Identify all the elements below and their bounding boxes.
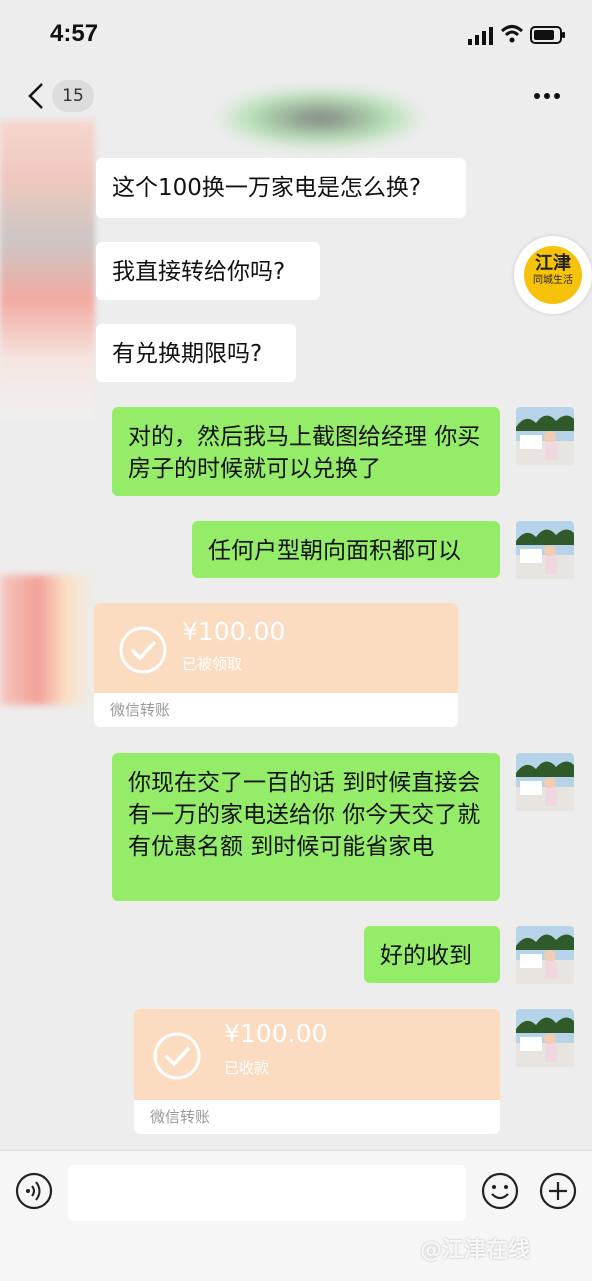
voice-input-icon[interactable] bbox=[14, 1171, 54, 1211]
transfer-label: 微信转账 bbox=[94, 693, 458, 727]
wifi-icon bbox=[500, 25, 524, 43]
transfer-status: 已收款 bbox=[224, 1059, 270, 1077]
wechat-transfer-sent[interactable]: ¥100.00 已收款 微信转账 bbox=[134, 1009, 500, 1134]
contact-avatar-mosaic bbox=[0, 120, 95, 420]
more-options-icon[interactable] bbox=[530, 84, 564, 108]
transfer-label: 微信转账 bbox=[134, 1100, 500, 1134]
received-message: 我直接转给你吗? bbox=[96, 242, 320, 300]
avatar-photo-icon bbox=[516, 926, 574, 984]
my-avatar[interactable] bbox=[516, 753, 574, 811]
emoji-icon[interactable] bbox=[480, 1171, 520, 1211]
battery-icon bbox=[530, 26, 565, 44]
check-circle-icon bbox=[119, 626, 167, 674]
my-avatar[interactable] bbox=[516, 926, 574, 984]
my-avatar[interactable] bbox=[516, 407, 574, 465]
message-text: 任何户型朝向面积都可以 bbox=[208, 538, 461, 564]
my-avatar[interactable] bbox=[516, 521, 574, 579]
status-time: 4:57 bbox=[50, 20, 99, 47]
message-text: 这个100换一万家电是怎么换? bbox=[112, 175, 422, 201]
sent-message: 对的，然后我马上截图给经理 你买房子的时候就可以兑换了 bbox=[112, 407, 500, 496]
my-avatar[interactable] bbox=[516, 1009, 574, 1067]
sent-message: 好的收到 bbox=[364, 926, 500, 983]
plus-icon[interactable] bbox=[538, 1171, 578, 1211]
watermark: @江津在线 bbox=[420, 1238, 531, 1263]
back-arrow-icon[interactable] bbox=[26, 82, 48, 110]
jiangjin-logo: 江津 同城生活 bbox=[524, 246, 582, 304]
avatar-photo-icon bbox=[516, 1009, 574, 1067]
status-bar: 4:57 bbox=[0, 0, 592, 70]
message-text: 对的，然后我马上截图给经理 你买房子的时候就可以兑换了 bbox=[128, 424, 481, 482]
chat-title-redacted bbox=[220, 88, 420, 148]
avatar-photo-icon bbox=[516, 521, 574, 579]
message-text: 好的收到 bbox=[380, 943, 472, 969]
check-circle-icon bbox=[153, 1032, 201, 1080]
signal-icon bbox=[468, 27, 493, 45]
message-text: 我直接转给你吗? bbox=[112, 259, 286, 285]
contact-avatar-mosaic-2 bbox=[0, 575, 95, 705]
transfer-status: 已被领取 bbox=[182, 655, 243, 673]
transfer-amount: ¥100.00 bbox=[182, 617, 286, 646]
avatar-photo-icon bbox=[516, 407, 574, 465]
avatar-photo-icon bbox=[516, 753, 574, 811]
jiangjin-floating-badge[interactable]: 江津 同城生活 bbox=[514, 236, 592, 314]
received-message: 这个100换一万家电是怎么换? bbox=[96, 158, 466, 218]
sent-message: 任何户型朝向面积都可以 bbox=[192, 521, 500, 578]
transfer-amount: ¥100.00 bbox=[224, 1019, 328, 1048]
message-text-input[interactable] bbox=[68, 1165, 466, 1221]
wechat-transfer-received[interactable]: ¥100.00 已被领取 微信转账 bbox=[94, 603, 458, 727]
received-message: 有兑换期限吗? bbox=[96, 324, 296, 382]
unread-count-badge[interactable]: 15 bbox=[52, 80, 94, 112]
message-text: 你现在交了一百的话 到时候直接会有一万的家电送给你 你今天交了就有优惠名额 到时… bbox=[128, 770, 481, 860]
message-text: 有兑换期限吗? bbox=[112, 341, 263, 367]
sent-message: 你现在交了一百的话 到时候直接会有一万的家电送给你 你今天交了就有优惠名额 到时… bbox=[112, 753, 500, 901]
